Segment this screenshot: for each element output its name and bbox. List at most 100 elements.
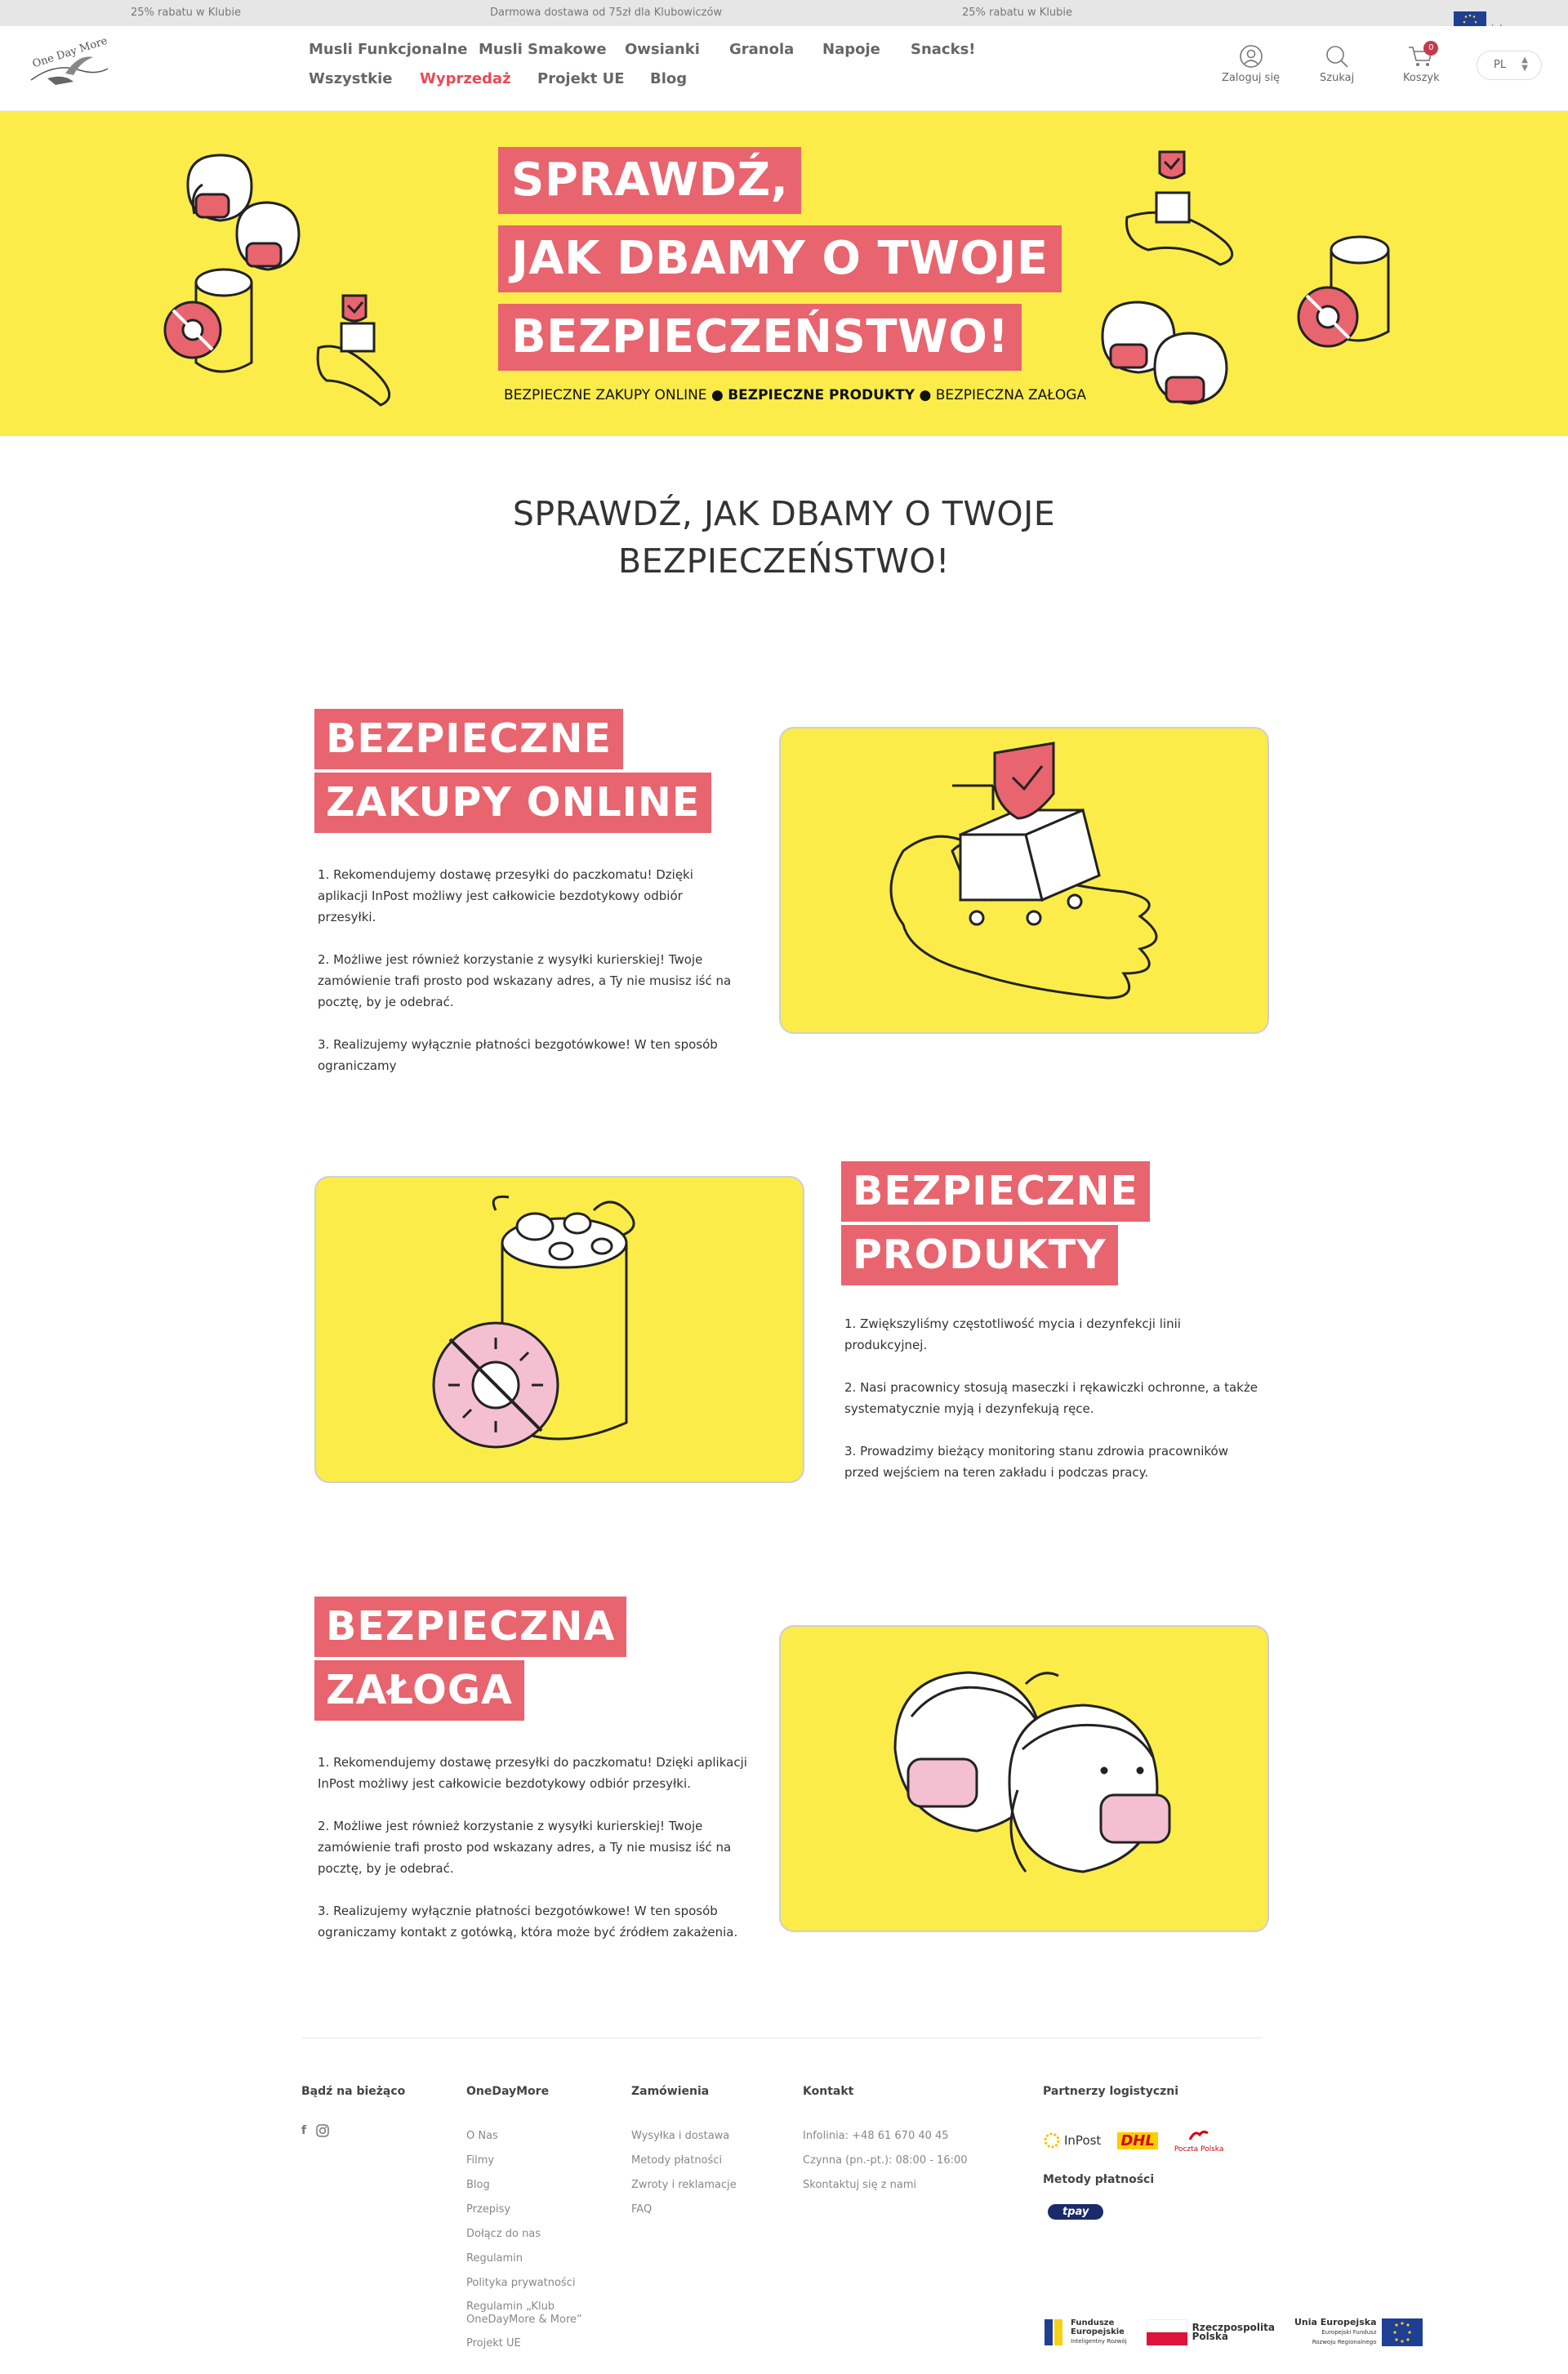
footer-link-regulamin-klub[interactable]: Regulamin „Klub OneDayMore & More” xyxy=(466,2296,589,2332)
language-value: PL xyxy=(1494,59,1507,71)
hero-sub-3: ● BEZPIECZNA ZAŁOGA xyxy=(919,387,1087,403)
inpost-logo: InPost xyxy=(1043,2131,1101,2149)
footer-link-przepisy[interactable]: Przepisy xyxy=(466,2198,589,2222)
payments-title: Metody płatności xyxy=(1043,2173,1155,2186)
safe-products-tag-2: PRODUKTY xyxy=(841,1225,1118,1285)
hero-sub-1: BEZPIECZNE ZAKUPY ONLINE ● xyxy=(504,387,724,403)
footer-partners: Partnerzy logistyczni InPost DHL Poczta … xyxy=(1043,2085,1223,2220)
safe-shopping-p2: 2. Możliwe jest również korzystanie z wy… xyxy=(318,952,732,1009)
footer-link-contact[interactable]: Skontaktuj się z nami xyxy=(803,2173,968,2198)
footer-infolinia: Infolinia: +48 61 670 40 45 xyxy=(803,2130,949,2142)
safe-shopping-text: 1. Rekomendujemy dostawę przesyłki do pa… xyxy=(314,864,739,1076)
promo-text-mid: Darmowa dostawa od 75zł dla Klubowiczów xyxy=(490,7,723,19)
facebook-icon[interactable]: f xyxy=(301,2124,306,2140)
safe-crew-image xyxy=(779,1625,1269,1932)
hero-title-line1: SPRAWDŹ, xyxy=(498,147,802,214)
safe-crew-p3: 3. Realizujemy wyłącznie płatności bezgo… xyxy=(318,1904,738,1940)
page-title: SPRAWDŹ, JAK DBAMY O TWOJE BEZPIECZEŃSTW… xyxy=(0,490,1568,585)
safe-shopping-tag-2: ZAKUPY ONLINE xyxy=(314,773,712,833)
nav-projekt-ue[interactable]: Projekt UE xyxy=(537,70,625,87)
footer-link-faq[interactable]: FAQ xyxy=(631,2198,737,2222)
footer-hours: Czynna (pn.-pt.): 08:00 - 16:00 xyxy=(803,2154,968,2167)
nav-blog[interactable]: Blog xyxy=(650,70,687,87)
safe-products-p2: 2. Nasi pracownicy stosują maseczki i rę… xyxy=(844,1380,1258,1416)
hero-sub-2: BEZPIECZNE PRODUKTY xyxy=(728,387,915,403)
search-label: Szukaj xyxy=(1320,72,1355,84)
footer-link-blog[interactable]: Blog xyxy=(466,2173,589,2198)
footer-col2-title: Zamówienia xyxy=(631,2085,710,2098)
hero-right-illustration xyxy=(1101,150,1390,405)
rzeczpospolita-polska-logo: Rzeczpospolita Polska xyxy=(1146,2319,1275,2345)
search-icon xyxy=(1326,46,1348,68)
promo-text-right: 25% rabatu w Klubie xyxy=(962,7,1073,19)
select-arrows-icon: ▲ ▼ xyxy=(1521,56,1528,73)
nav-wszystkie[interactable]: Wszystkie xyxy=(309,70,392,87)
safe-shopping-p1: 1. Rekomendujemy dostawę przesyłki do pa… xyxy=(318,867,693,924)
user-icon xyxy=(1239,45,1263,68)
eu-flag-footer-icon xyxy=(1381,2318,1423,2346)
nav-snacks[interactable]: Snacks! xyxy=(911,41,976,58)
footer-link-zwroty[interactable]: Zwroty i reklamacje xyxy=(631,2173,737,2198)
masked-faces-icon xyxy=(893,1671,1171,1873)
site-header: One Day More Musli Funkcjonalne Musli Sm… xyxy=(0,26,1568,111)
cart-count-badge: 0 xyxy=(1423,41,1439,56)
login-button[interactable]: Zaloguj się xyxy=(1222,44,1280,84)
footer-link-dolacz[interactable]: Dołącz do nas xyxy=(466,2222,589,2247)
footer-col-zamowienia: Zamówienia Wysyłka i dostawa Metody płat… xyxy=(631,2085,737,2222)
footer-link-filmy[interactable]: Filmy xyxy=(466,2149,589,2173)
nav-musli-smakowe[interactable]: Musli Smakowe xyxy=(479,41,607,58)
nav-owsianki[interactable]: Owsianki xyxy=(625,41,700,58)
hero-title-line2: JAK DBAMY O TWOJE xyxy=(498,225,1062,292)
footer-follow: Bądź na bieżąco f xyxy=(301,2085,405,2140)
hero-title-line3: BEZPIECZEŃSTWO! xyxy=(498,304,1022,371)
safe-crew-tag-1: BEZPIECZNA xyxy=(314,1597,627,1657)
partners-title: Partnerzy logistyczni xyxy=(1043,2085,1179,2098)
unia-europejska-efrr-logo: Unia Europejska Europejski Fundusz Rozwo… xyxy=(1294,2318,1423,2347)
safe-shopping-p3: 3. Realizujemy wyłącznie płatności bezgo… xyxy=(318,1037,718,1073)
footer-link-polityka[interactable]: Polityka prywatności xyxy=(466,2271,589,2296)
footer-link-projekt-ue[interactable]: Projekt UE xyxy=(466,2332,589,2356)
can-virus-icon xyxy=(432,1195,635,1449)
footer-link-wysylka[interactable]: Wysyłka i dostawa xyxy=(631,2124,737,2149)
hero-title: SPRAWDŹ, JAK DBAMY O TWOJE BEZPIECZEŃSTW… xyxy=(498,147,1062,382)
safe-crew-p1: 1. Rekomendujemy dostawę przesyłki do pa… xyxy=(318,1755,747,1791)
svg-text:One Day More: One Day More xyxy=(31,38,109,70)
page-title-line1: SPRAWDŹ, JAK DBAMY O TWOJE xyxy=(512,494,1056,533)
hero-left-illustration xyxy=(163,154,390,407)
hero-subtitle: BEZPIECZNE ZAKUPY ONLINE ● BEZPIECZNE PR… xyxy=(504,387,1086,403)
cart-button[interactable]: 0 Koszyk xyxy=(1403,41,1440,84)
footer-col-onedaymore: OneDayMore O Nas Filmy Blog Przepisy Doł… xyxy=(466,2085,589,2356)
safe-products-section: BEZPIECZNE PRODUKTY 1. Zwiększyliśmy czę… xyxy=(841,1161,1282,1504)
nav-granola[interactable]: Granola xyxy=(729,41,794,58)
footer-link-o-nas[interactable]: O Nas xyxy=(466,2124,589,2149)
tpay-logo: tpay xyxy=(1048,2204,1104,2220)
cart-label: Koszyk xyxy=(1403,72,1440,84)
safe-crew-section: BEZPIECZNA ZAŁOGA 1. Rekomendujemy dosta… xyxy=(314,1597,755,1964)
onedaymore-logo[interactable]: One Day More xyxy=(23,35,113,100)
language-select[interactable]: PL ▲ ▼ xyxy=(1477,51,1542,80)
instagram-icon[interactable] xyxy=(316,2124,329,2140)
safe-products-p3: 3. Prowadzimy bieżący monitoring stanu z… xyxy=(844,1444,1229,1480)
footer-col3-title: Kontakt xyxy=(803,2085,854,2098)
safe-crew-text: 1. Rekomendujemy dostawę przesyłki do pa… xyxy=(314,1752,755,1943)
safe-shopping-section: BEZPIECZNE ZAKUPY ONLINE 1. Rekomendujem… xyxy=(314,709,755,1098)
login-label: Zaloguj się xyxy=(1222,72,1281,84)
promo-text-left: 25% rabatu w Klubie xyxy=(131,7,242,19)
eu-funding-logos: Fundusze Europejskie Inteligentny Rozwój… xyxy=(1043,2316,1423,2349)
safe-shopping-tag-1: BEZPIECZNE xyxy=(314,709,623,769)
footer-col1-title: OneDayMore xyxy=(466,2085,550,2098)
fundusze-europejskie-logo: Fundusze Europejskie Inteligentny Rozwój xyxy=(1043,2316,1127,2349)
nav-musli-funkcjonalne[interactable]: Musli Funkcjonalne xyxy=(309,41,467,58)
hero-banner: SPRAWDŹ, JAK DBAMY O TWOJE BEZPIECZEŃSTW… xyxy=(0,111,1568,436)
poczta-polska-logo: Poczta Polska xyxy=(1174,2128,1223,2154)
nav-napoje[interactable]: Napoje xyxy=(822,41,880,58)
search-button[interactable]: Szukaj xyxy=(1320,44,1354,84)
page-title-line2: BEZPIECZEŃSTWO! xyxy=(618,541,950,581)
footer-col-kontakt: Kontakt Infolinia: +48 61 670 40 45 Czyn… xyxy=(803,2085,968,2198)
nav-wyprzedaz[interactable]: Wyprzedaż xyxy=(420,70,511,87)
safe-products-text: 1. Zwiększyliśmy częstotliwość mycia i d… xyxy=(841,1313,1266,1483)
hand-cart-shield-icon xyxy=(889,742,1158,1000)
footer-link-regulamin[interactable]: Regulamin xyxy=(466,2247,589,2271)
promo-bar: 25% rabatu w Klubie Darmowa dostawa od 7… xyxy=(0,0,1568,36)
footer-link-platnosci[interactable]: Metody płatności xyxy=(631,2149,737,2173)
